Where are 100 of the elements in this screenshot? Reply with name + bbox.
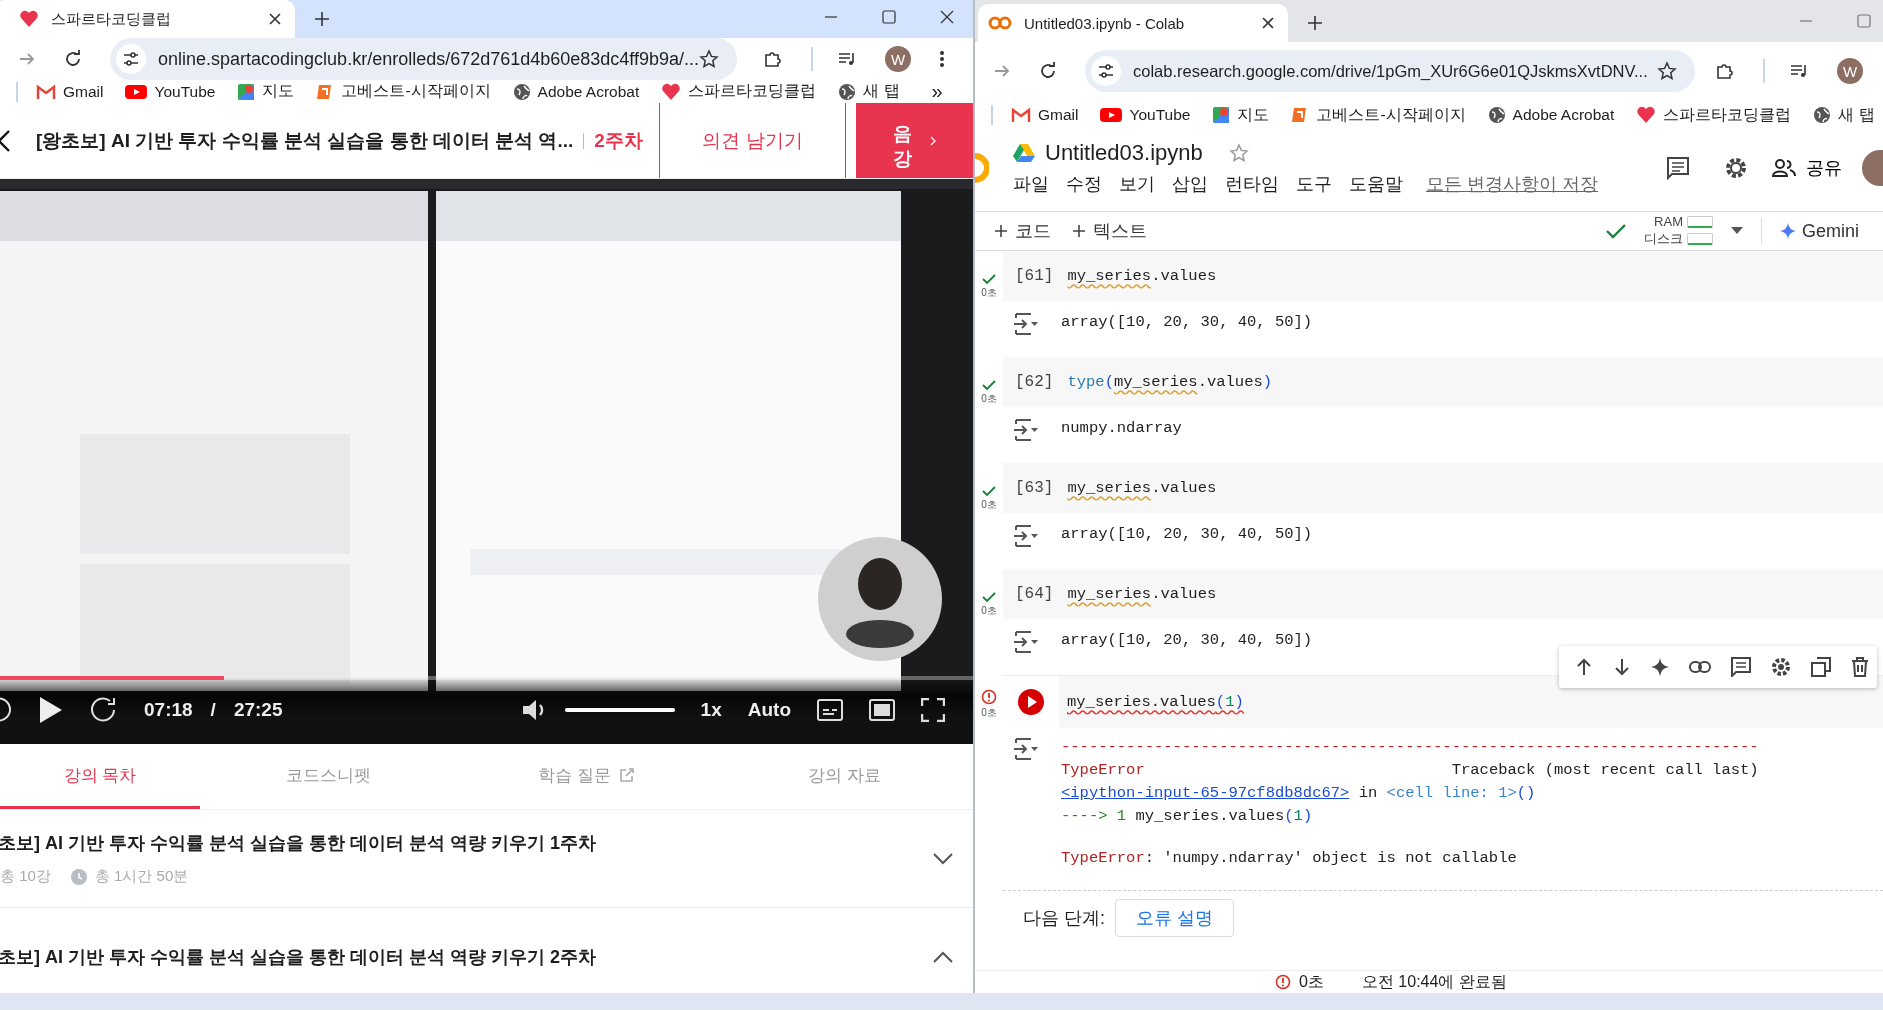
menu-item[interactable]: 보기	[1119, 171, 1155, 196]
bookmark[interactable]: Adobe Acrobat	[512, 82, 640, 101]
menu-item[interactable]: 삽입	[1172, 171, 1208, 196]
notebook-title[interactable]: Untitled03.ipynb	[1045, 139, 1203, 166]
link-icon[interactable]	[1689, 661, 1711, 673]
bookmark[interactable]: 지도	[1212, 104, 1270, 126]
speed-button[interactable]: 1x	[700, 699, 722, 721]
run-duration: 0초	[981, 604, 997, 618]
status-message: 오전 10:44에 완료됨	[1361, 971, 1507, 992]
feedback-button[interactable]: 의견 남기기	[659, 103, 846, 178]
output-line: <ipython-input-65-97cf8db8dc67> in <cell line: 1>()	[1061, 784, 1537, 803]
back-chevron-icon[interactable]	[0, 129, 10, 152]
run-button[interactable]	[1017, 688, 1045, 716]
puzzle-icon[interactable]	[763, 49, 784, 69]
reload-icon[interactable]	[64, 50, 82, 68]
run-duration: 0초	[981, 498, 997, 512]
add-text-button[interactable]: 텍스트	[1073, 219, 1147, 243]
delete-icon[interactable]	[1851, 657, 1869, 677]
arrow-down-icon[interactable]	[1613, 658, 1631, 676]
output-toggle-icon[interactable]	[1013, 631, 1039, 653]
heart-logo-icon	[1636, 105, 1657, 125]
mirror-cell-icon[interactable]	[1811, 657, 1831, 677]
menu-item[interactable]: 파일	[1013, 171, 1049, 196]
puzzle-icon[interactable]	[1715, 61, 1735, 81]
settings-icon[interactable]	[1771, 657, 1791, 677]
gemini-button[interactable]: Gemini	[1780, 220, 1859, 242]
week-label: 2주차	[594, 128, 643, 153]
code-line[interactable]: my_series.values	[1067, 585, 1217, 603]
plus-icon[interactable]	[1308, 16, 1322, 30]
bookmark[interactable]: 스파르타코딩클럽	[1636, 104, 1792, 126]
drive-icon[interactable]	[1013, 142, 1035, 163]
menu-item[interactable]: 도구	[1296, 171, 1332, 196]
sparkle-icon	[1780, 223, 1796, 239]
add-code-button[interactable]: 코드	[995, 219, 1051, 243]
save-status-link[interactable]: 모든 변경사항이 저장	[1426, 171, 1598, 196]
output-toggle-icon[interactable]	[1013, 525, 1039, 547]
bookmark[interactable]: 고베스트-시작페이지	[316, 81, 491, 102]
share-button[interactable]: 공유	[1772, 155, 1842, 180]
arrow-up-icon[interactable]	[1575, 658, 1593, 676]
menu-item[interactable]: 수정	[1066, 171, 1102, 196]
next-lecture-button[interactable]: 음강	[856, 103, 973, 178]
content-tab[interactable]: 강의 목차	[0, 744, 200, 809]
browser-tab[interactable]: Untitled03.ipynb - Colab	[978, 4, 1288, 42]
address-bar[interactable]: colab.research.google.com/drive/1pGm_XUr6G6e01QJskmsXvtDNV...	[1085, 50, 1695, 92]
code-line[interactable]: my_series.values	[1067, 479, 1217, 497]
bookmark[interactable]: 고베스트-시작페이지	[1291, 104, 1466, 126]
code-line[interactable]: type(my_series.values)	[1067, 373, 1273, 391]
browser-tab[interactable]: 스파르타코딩클럽	[0, 0, 295, 38]
profile-avatar[interactable]: W	[885, 46, 911, 72]
star-icon[interactable]	[1657, 61, 1677, 81]
star-icon[interactable]	[1228, 142, 1249, 163]
bookmark[interactable]: Gmail	[36, 82, 104, 101]
ram-label: RAM	[1654, 214, 1683, 229]
traceback-link[interactable]: <ipython-input-65-97cf8db8dc67>	[1061, 784, 1350, 802]
menu-item[interactable]: 런타임	[1225, 171, 1279, 196]
code-line[interactable]: my_series.values	[1067, 267, 1217, 285]
bookmark[interactable]: 스파르타코딩클럽	[661, 81, 817, 102]
address-bar[interactable]: online.spartacodingclub.kr/enrolleds/672d761d4b60e83dc4ff9b9a/...	[110, 38, 738, 80]
comment-icon[interactable]	[1666, 155, 1690, 180]
execution-count: [64]	[1015, 585, 1054, 603]
comment-icon[interactable]	[1731, 657, 1751, 677]
output-toggle-icon[interactable]	[1013, 419, 1039, 441]
close-icon[interactable]	[269, 13, 281, 25]
quality-button[interactable]: Auto	[747, 699, 791, 721]
chevron-up-icon[interactable]	[933, 950, 953, 963]
clock-icon	[70, 868, 87, 885]
play-icon[interactable]	[40, 697, 62, 723]
profile-avatar[interactable]	[1862, 149, 1883, 186]
menu-item[interactable]: 도움말	[1349, 171, 1403, 196]
close-icon[interactable]	[1262, 17, 1274, 29]
output-toggle-icon[interactable]	[1013, 738, 1039, 760]
globe-icon	[838, 82, 857, 101]
sparkle-icon[interactable]	[1651, 658, 1669, 676]
bookmark[interactable]: Adobe Acrobat	[1487, 106, 1615, 124]
bookmark[interactable]: 지도	[237, 81, 295, 102]
theater-mode-icon[interactable]	[869, 699, 895, 721]
reload-icon[interactable]	[1039, 62, 1057, 80]
dropdown-caret-icon[interactable]	[1731, 227, 1743, 235]
subtitles-icon[interactable]	[817, 699, 843, 721]
close-icon[interactable]	[940, 10, 954, 24]
maximize-icon[interactable]	[882, 10, 896, 24]
plus-icon	[1073, 225, 1085, 237]
tune-icon[interactable]	[1091, 56, 1121, 86]
disk-label: 디스크	[1644, 230, 1683, 248]
settings-icon[interactable]	[1724, 155, 1748, 180]
output-toggle-icon[interactable]	[1013, 313, 1039, 335]
bookmark[interactable]: 새 탭	[838, 81, 900, 102]
bookmark[interactable]: YouTube	[125, 82, 216, 101]
more-bookmarks-button[interactable]: »	[931, 80, 943, 103]
explain-error-button[interactable]: 오류 설명	[1115, 899, 1235, 937]
bookmark[interactable]: 새 탭	[1813, 104, 1875, 126]
more-menu-icon[interactable]	[939, 49, 945, 69]
star-icon[interactable]	[699, 49, 720, 69]
chevron-down-icon[interactable]	[933, 852, 953, 865]
profile-avatar[interactable]: W	[1837, 58, 1863, 84]
fullscreen-icon[interactable]	[921, 698, 945, 722]
plus-icon[interactable]	[315, 12, 329, 26]
bookmark[interactable]: YouTube	[1100, 106, 1191, 124]
bookmark[interactable]: Gmail	[1011, 106, 1079, 124]
tune-icon[interactable]	[116, 44, 146, 74]
